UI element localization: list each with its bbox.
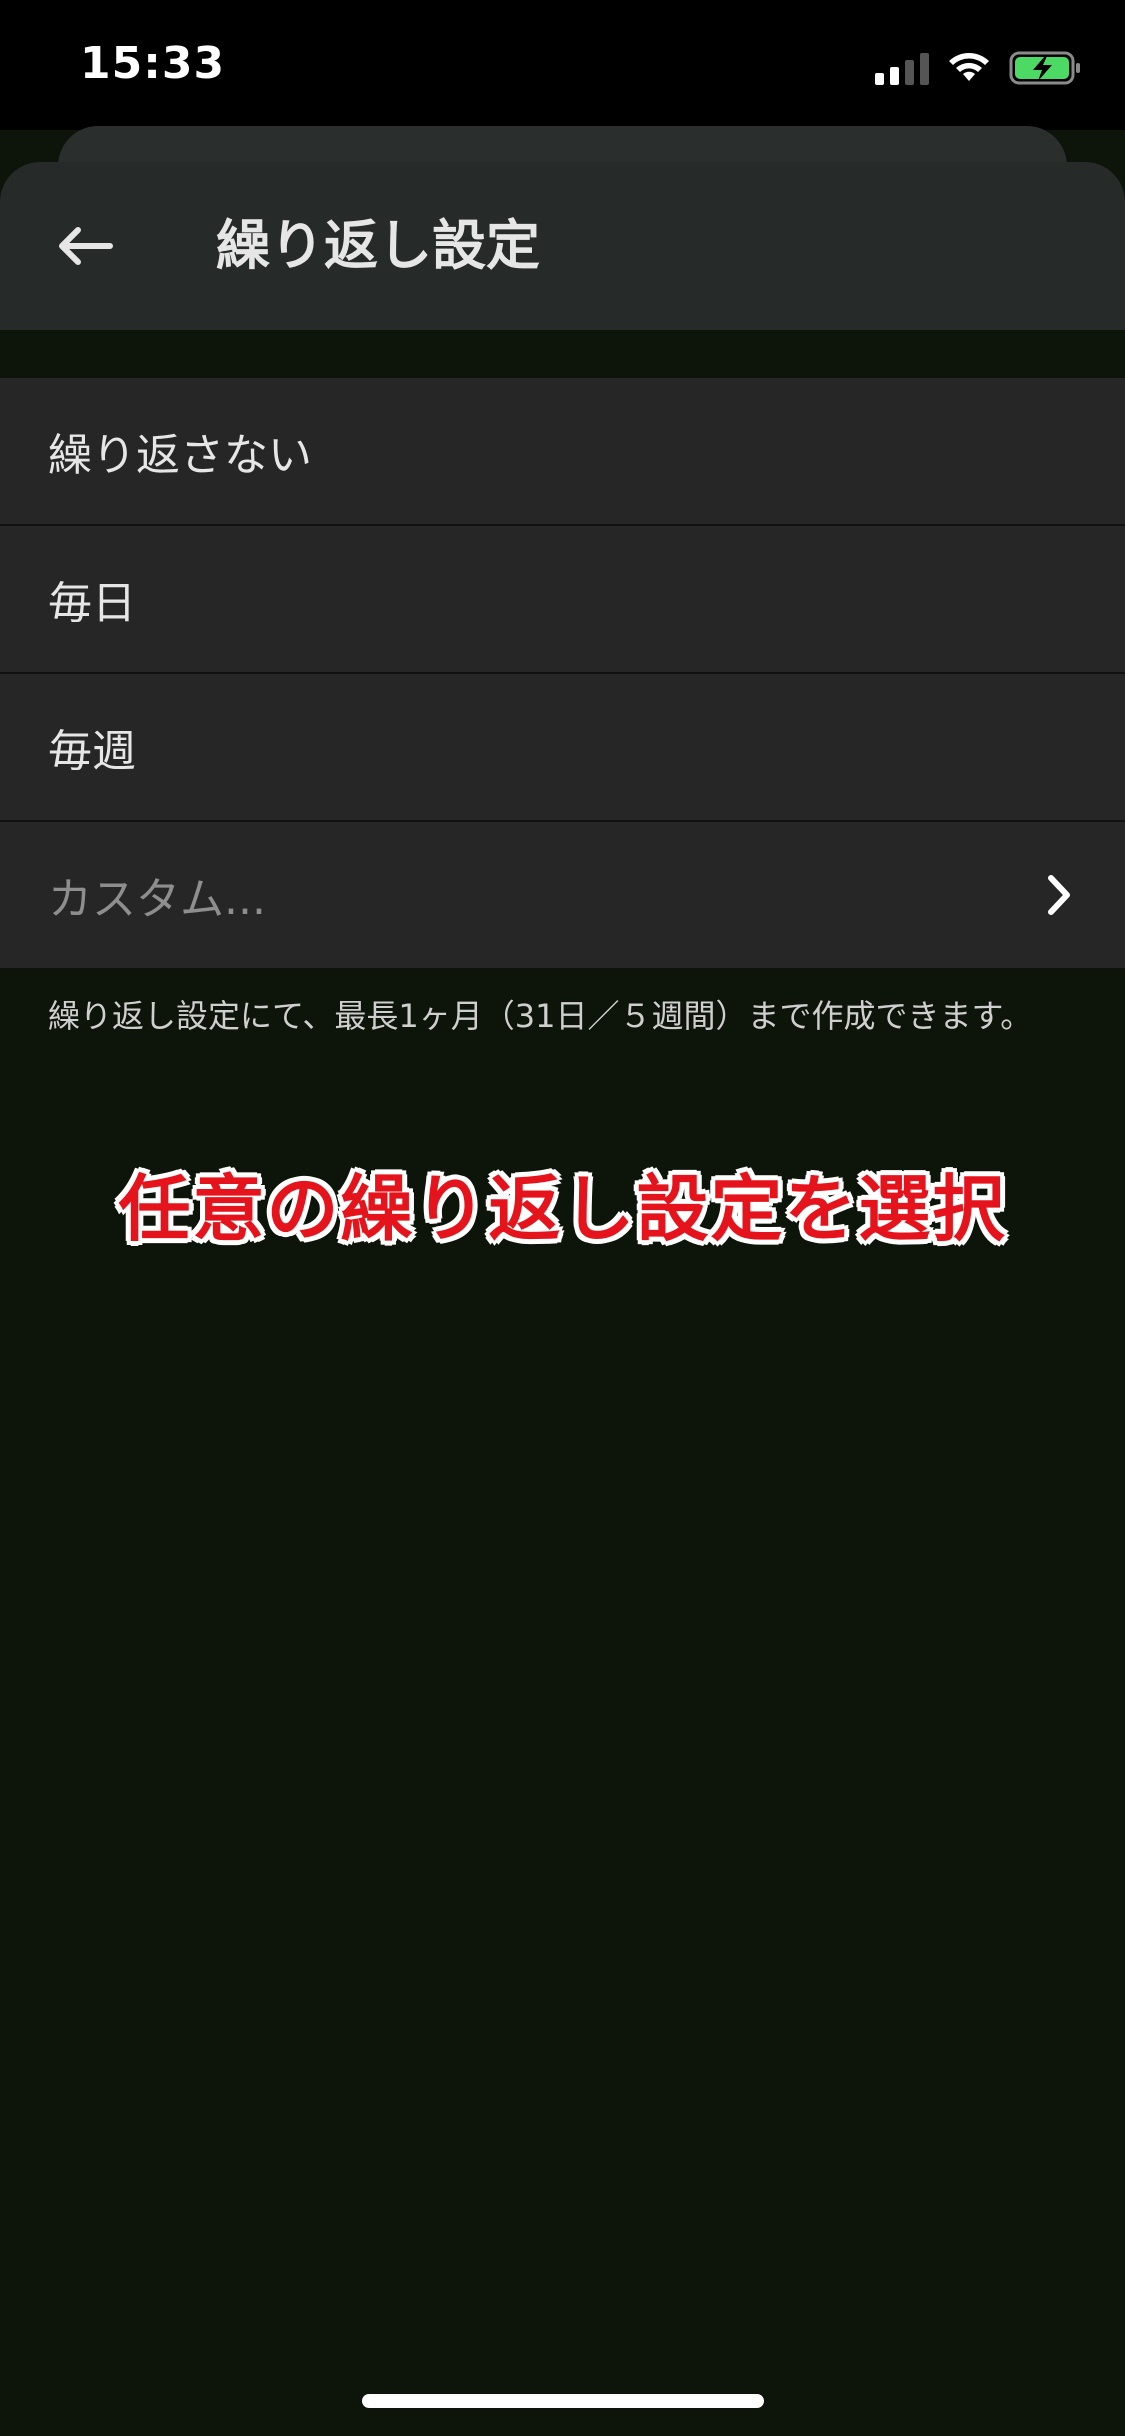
option-label: カスタム... xyxy=(48,874,266,925)
repeat-settings-modal: 繰り返し設定 繰り返さない 毎日 毎週 カスタム... 繰り返し設定にて、最長1… xyxy=(0,162,1125,2436)
option-no-repeat[interactable]: 繰り返さない xyxy=(0,378,1125,526)
page-title: 繰り返し設定 xyxy=(216,214,540,277)
option-weekly[interactable]: 毎週 xyxy=(0,674,1125,822)
cellular-signal-icon xyxy=(875,51,929,85)
option-daily[interactable]: 毎日 xyxy=(0,526,1125,674)
status-time: 15:33 xyxy=(80,38,226,89)
back-button[interactable] xyxy=(40,206,130,286)
option-label: 毎日 xyxy=(48,578,136,629)
screen: 15:33 繰り返し設定 繰り返さない 毎日 毎週 カスタム... 繰り返し設定… xyxy=(0,0,1125,2436)
instruction-annotation: 任意の繰り返し設定を選択 xyxy=(118,1167,1007,1251)
wifi-icon xyxy=(949,53,989,81)
arrow-left-icon xyxy=(59,227,113,265)
option-custom[interactable]: カスタム... xyxy=(0,822,1125,968)
repeat-limit-note: 繰り返し設定にて、最長1ヶ月（31日／５週間）まで作成できます。 xyxy=(48,997,1033,1035)
option-label: 毎週 xyxy=(48,726,136,777)
home-indicator[interactable] xyxy=(362,2394,764,2408)
battery-charging-icon xyxy=(1009,51,1080,85)
modal-header: 繰り返し設定 xyxy=(0,162,1125,330)
chevron-right-icon xyxy=(1048,875,1070,915)
header-gap xyxy=(0,330,1125,378)
option-label: 繰り返さない xyxy=(48,430,312,481)
status-bar: 15:33 xyxy=(0,0,1125,130)
status-icons xyxy=(875,48,1083,88)
repeat-option-list: 繰り返さない 毎日 毎週 カスタム... xyxy=(0,378,1125,968)
